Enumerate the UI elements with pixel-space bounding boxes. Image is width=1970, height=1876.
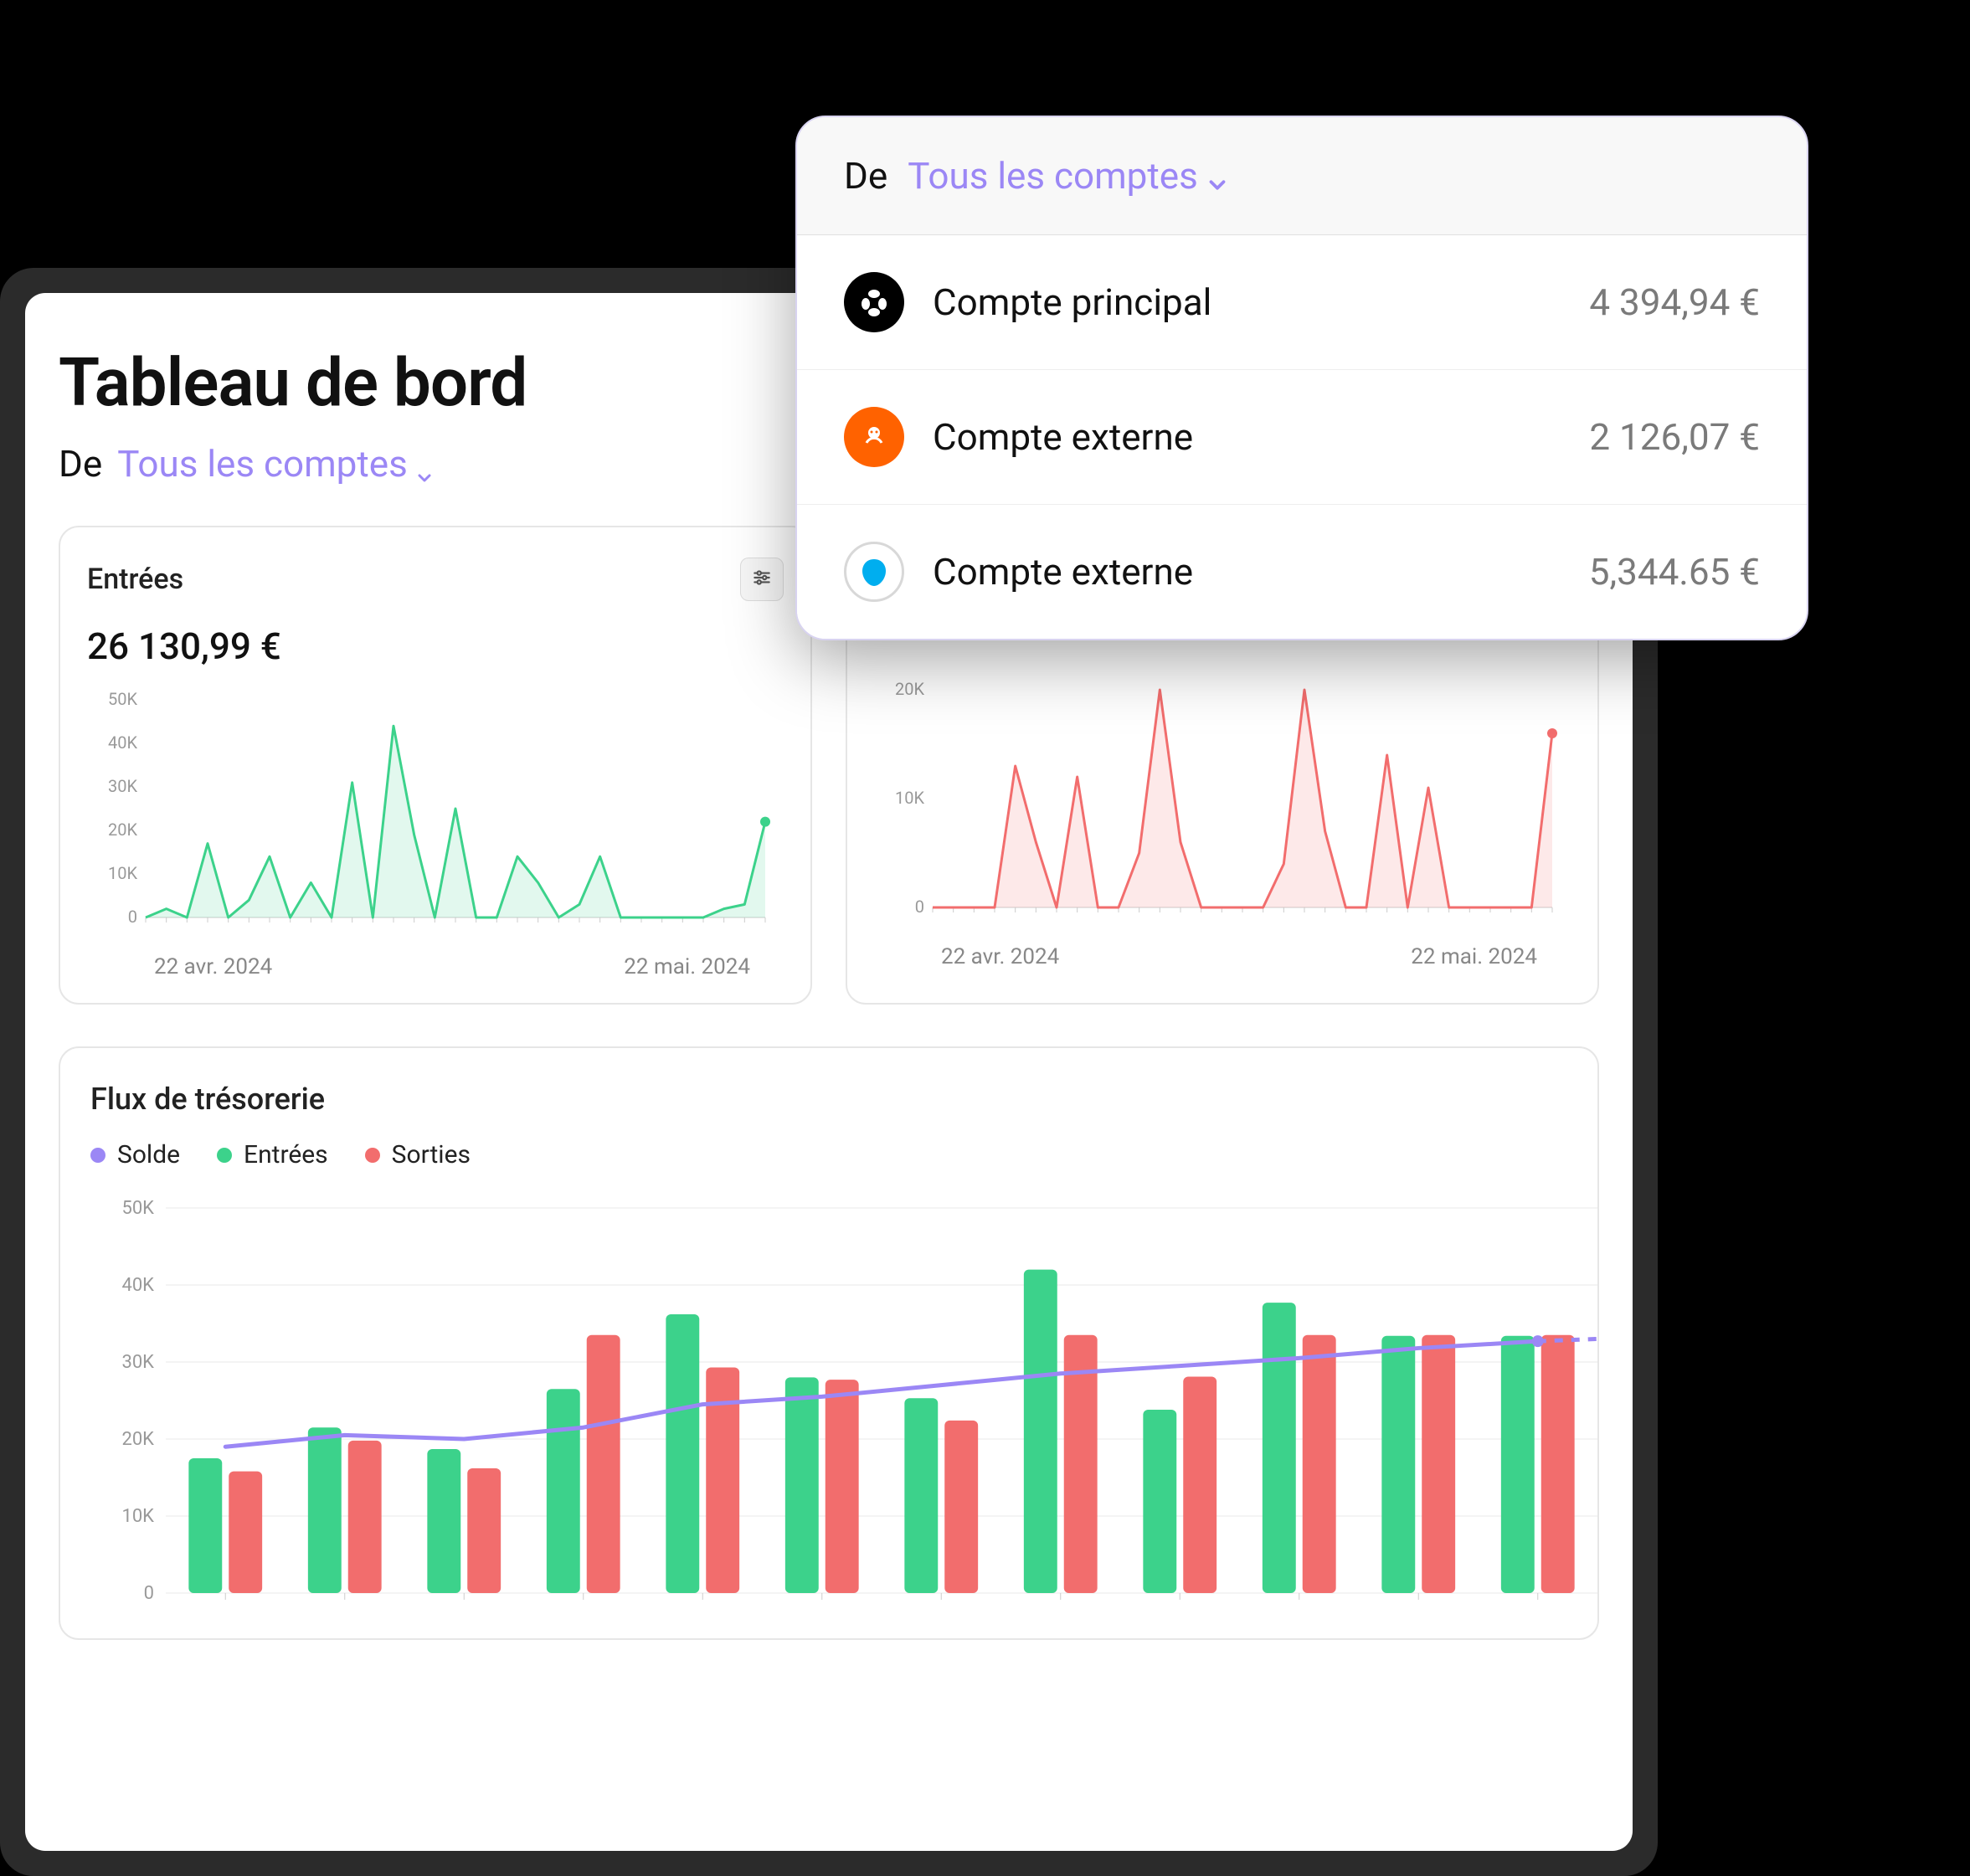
popover-from-value-text: Tous les comptes	[908, 154, 1198, 198]
dot-icon	[217, 1148, 232, 1163]
legend-entrees: Entrées	[217, 1140, 328, 1169]
account-name: Compte principal	[933, 280, 1561, 324]
cashflow-title: Flux de trésorerie	[90, 1082, 1567, 1117]
entries-x-start: 22 avr. 2024	[154, 954, 272, 979]
legend-solde: Solde	[90, 1140, 180, 1169]
exits-x-end: 22 mai. 2024	[1411, 944, 1537, 969]
entries-x-end: 22 mai. 2024	[624, 954, 750, 979]
svg-text:20K: 20K	[108, 820, 137, 840]
exits-x-start: 22 avr. 2024	[941, 944, 1059, 969]
svg-text:40K: 40K	[108, 732, 137, 753]
svg-text:10K: 10K	[108, 863, 137, 883]
account-name: Compte externe	[933, 415, 1561, 459]
svg-text:30K: 30K	[121, 1352, 154, 1373]
cashflow-legend: Solde Entrées Sorties	[90, 1140, 1567, 1169]
from-value[interactable]: Tous les comptes	[117, 442, 435, 486]
svg-text:10K: 10K	[121, 1506, 154, 1527]
chevron-down-icon	[1205, 163, 1230, 188]
qonto-icon	[844, 272, 904, 332]
exits-sparkline: 0 10K 20K	[874, 681, 1571, 933]
account-row[interactable]: Compte externe 5,344.65 €	[797, 504, 1807, 639]
dot-icon	[365, 1148, 380, 1163]
entries-amount: 26 130,99 €	[87, 624, 784, 668]
svg-text:0: 0	[128, 907, 137, 927]
popover-header[interactable]: De Tous les comptes	[797, 117, 1807, 235]
svg-text:20K: 20K	[895, 681, 924, 699]
svg-text:10K: 10K	[895, 788, 924, 808]
svg-text:50K: 50K	[108, 691, 137, 709]
svg-text:0: 0	[915, 897, 924, 917]
ing-icon	[844, 407, 904, 467]
account-row[interactable]: Compte principal 4 394,94 €	[797, 235, 1807, 369]
popover-from-value[interactable]: Tous les comptes	[908, 154, 1230, 198]
svg-text:50K: 50K	[121, 1200, 154, 1219]
account-row[interactable]: Compte externe 2 126,07 €	[797, 369, 1807, 504]
from-value-text: Tous les comptes	[117, 442, 408, 486]
sliders-icon	[751, 567, 773, 592]
entries-sparkline: 0 10K 20K 30K 40K 50K	[87, 691, 784, 943]
legend-sorties: Sorties	[365, 1140, 471, 1169]
account-balance: 4 394,94 €	[1589, 280, 1760, 324]
barclays-icon	[844, 542, 904, 602]
svg-text:20K: 20K	[121, 1429, 154, 1450]
account-balance: 2 126,07 €	[1589, 415, 1760, 459]
svg-text:30K: 30K	[108, 776, 137, 796]
entries-card: Entrées 26 130,99 € 0 10K 20K 30K 40K 50K 22 …	[59, 526, 812, 1005]
account-dropdown-popover: De Tous les comptes Compte principal 4 39…	[795, 116, 1808, 640]
cashflow-chart: 0 10K 20K 30K 40K 50K	[90, 1200, 1614, 1635]
popover-from-label: De	[844, 154, 887, 198]
dot-icon	[90, 1148, 105, 1163]
chevron-down-icon	[414, 454, 435, 474]
account-list: Compte principal 4 394,94 € Compte externe…	[797, 235, 1807, 639]
svg-text:40K: 40K	[121, 1275, 154, 1296]
account-balance: 5,344.65 €	[1589, 550, 1760, 594]
svg-text:0: 0	[144, 1583, 154, 1604]
entries-card-title: Entrées	[87, 563, 183, 596]
from-label: De	[59, 442, 102, 486]
cashflow-card: Flux de trésorerie Solde Entrées Sorties…	[59, 1046, 1599, 1640]
account-name: Compte externe	[933, 550, 1561, 594]
entries-filter-button[interactable]	[740, 558, 784, 601]
